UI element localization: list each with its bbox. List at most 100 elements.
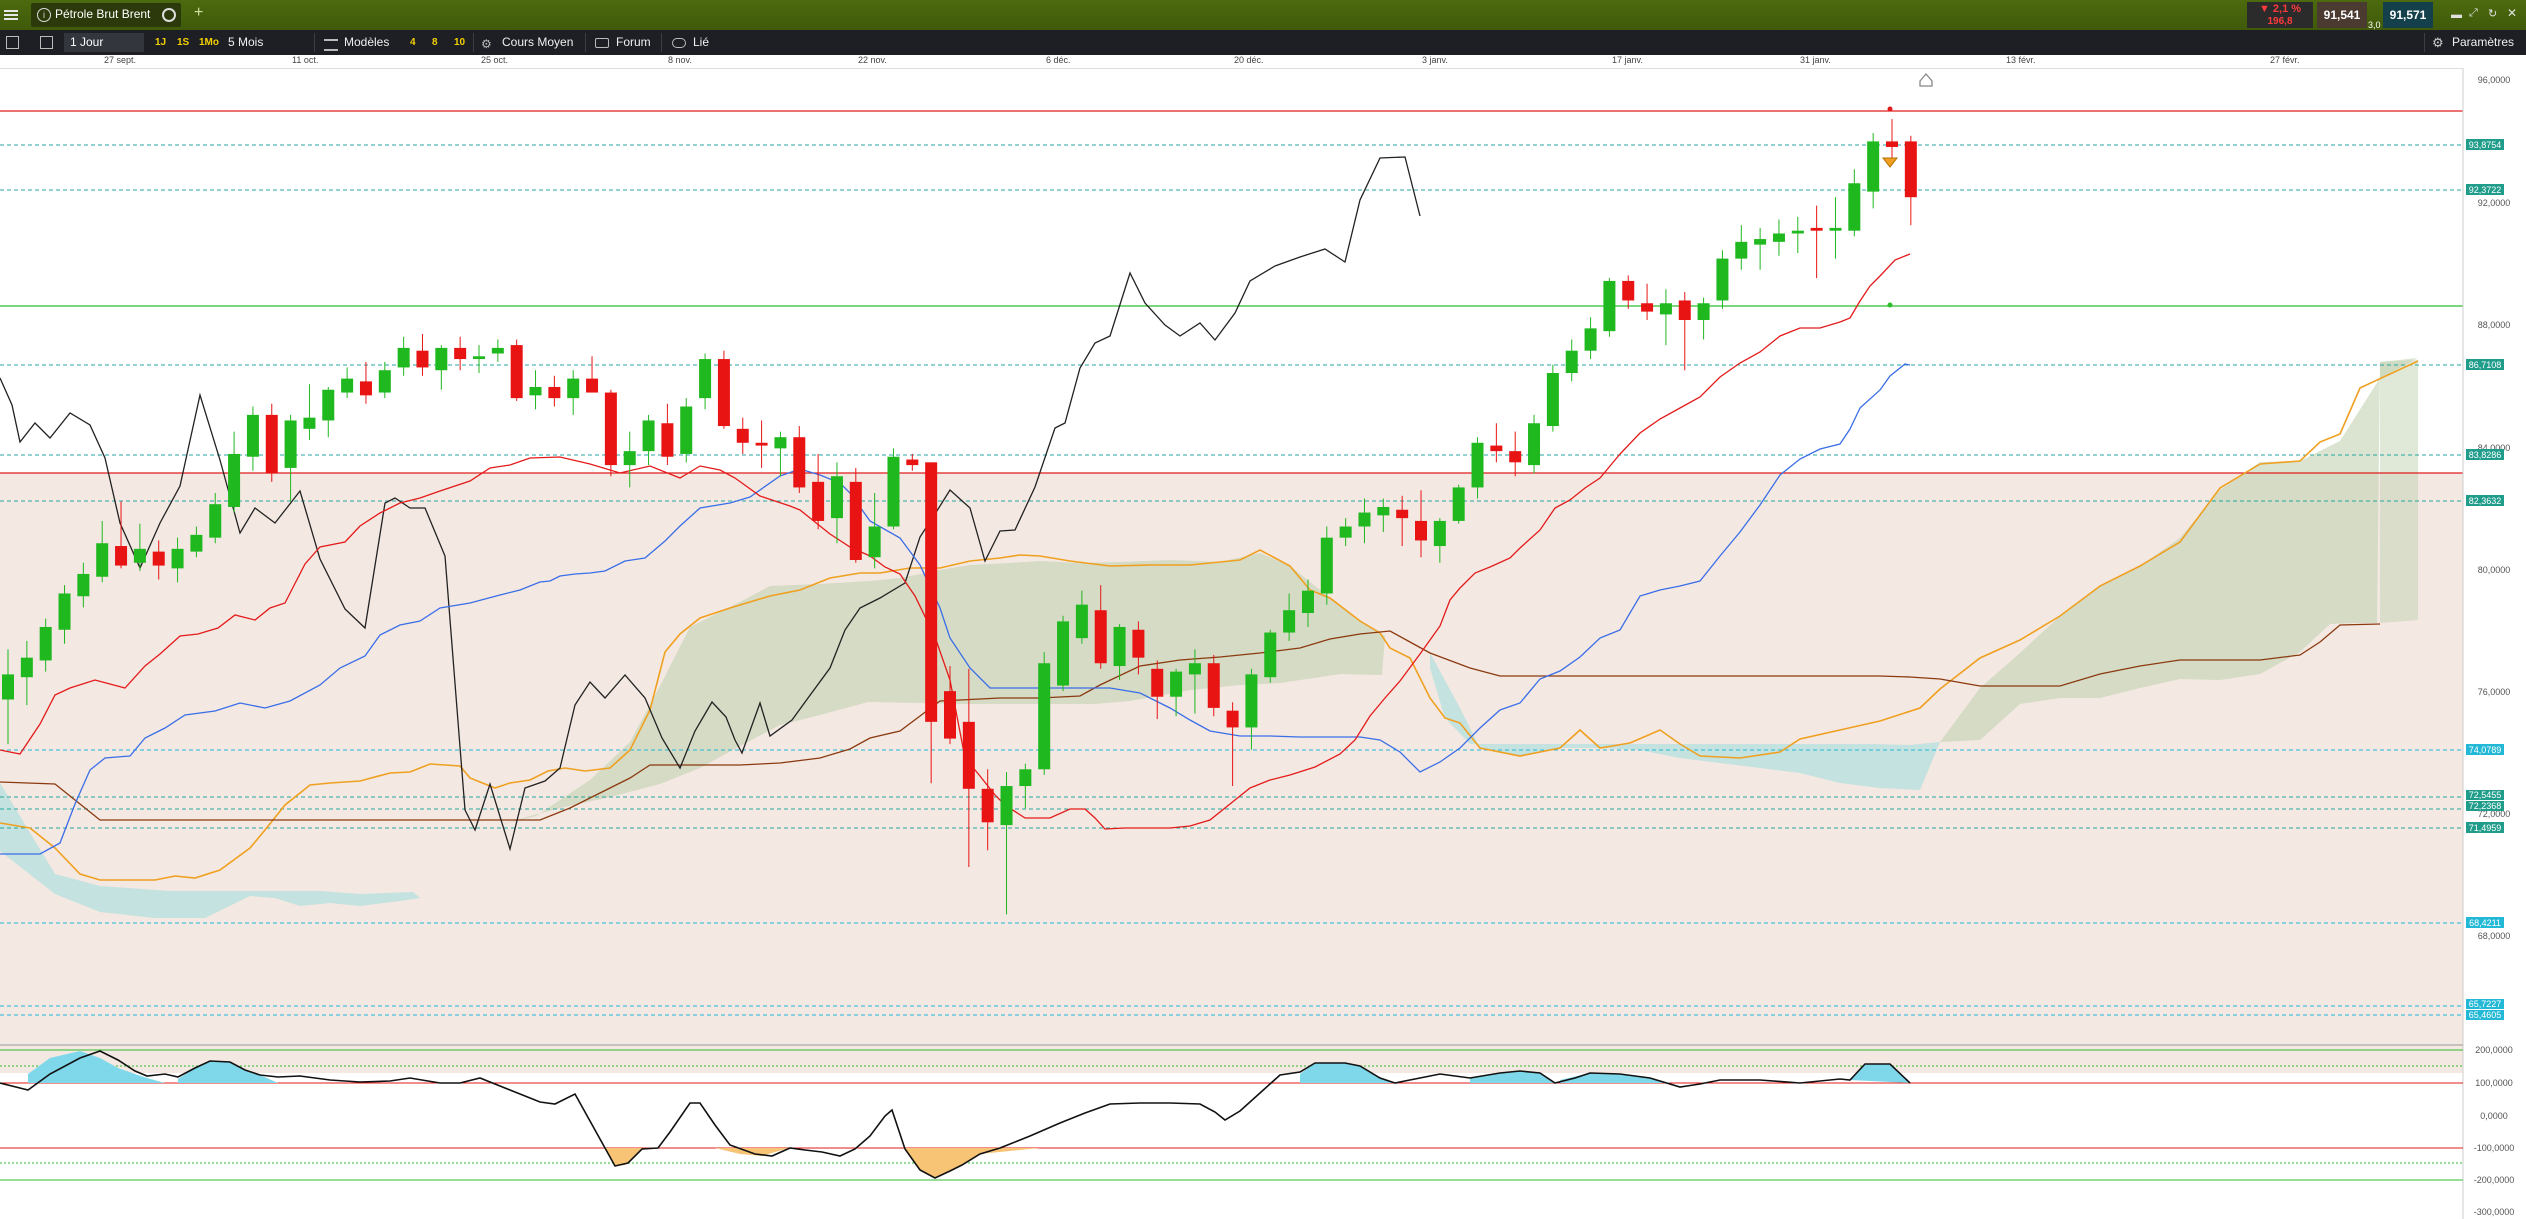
candle-up bbox=[1565, 350, 1578, 374]
candle-up bbox=[623, 451, 636, 466]
list-icon[interactable] bbox=[6, 36, 19, 49]
candle-up bbox=[1245, 674, 1258, 728]
price-tag: 72,5455 bbox=[2466, 790, 2504, 800]
change-box: ▼ 2,1 % 196,8 bbox=[2247, 2, 2313, 28]
candle-down bbox=[604, 392, 617, 466]
candle-up bbox=[284, 420, 297, 468]
candle-down bbox=[1207, 663, 1220, 708]
home-icon[interactable] bbox=[1919, 73, 1933, 87]
linked-button[interactable]: Lié bbox=[693, 33, 709, 52]
title-bar: i Pétrole Brut Brent + ▼ 2,1 % 196,8 91,… bbox=[0, 0, 2526, 30]
candle-down bbox=[962, 721, 975, 789]
candle-up bbox=[39, 626, 52, 661]
bid-price[interactable]: 91,541 bbox=[2317, 2, 2367, 28]
settings-button[interactable]: Paramètres bbox=[2452, 33, 2514, 52]
candle-up bbox=[680, 406, 693, 454]
candle-up bbox=[1264, 632, 1277, 678]
models-icon[interactable] bbox=[324, 39, 338, 51]
menu-icon[interactable] bbox=[4, 7, 18, 23]
price-tag: 74,0789 bbox=[2466, 744, 2504, 755]
avg-price-icon[interactable]: ⚙ bbox=[481, 37, 492, 51]
candle-up bbox=[341, 378, 354, 393]
date-label: 3 janv. bbox=[1422, 55, 1448, 65]
models-10[interactable]: 10 bbox=[454, 33, 465, 52]
candle-down bbox=[925, 462, 938, 722]
candle-down bbox=[1622, 280, 1635, 301]
candle-up bbox=[1075, 604, 1088, 639]
candle-up bbox=[228, 453, 241, 507]
layout-icon[interactable] bbox=[40, 36, 53, 49]
models-4[interactable]: 4 bbox=[410, 33, 416, 52]
price-tag: 65,7227 bbox=[2466, 999, 2504, 1009]
candle-down bbox=[793, 437, 806, 488]
candle-down bbox=[510, 345, 523, 399]
candle-down bbox=[1886, 141, 1898, 147]
candle-down bbox=[1678, 300, 1691, 320]
candle-up bbox=[171, 548, 184, 569]
date-label: 20 déc. bbox=[1234, 55, 1264, 65]
candle-up bbox=[1867, 141, 1880, 192]
avg-price-button[interactable]: Cours Moyen bbox=[502, 33, 573, 52]
forum-button[interactable]: Forum bbox=[616, 33, 651, 52]
candle-up bbox=[96, 543, 109, 577]
range-5mois[interactable]: 5 Mois bbox=[228, 33, 263, 52]
price-tag: 83,8286 bbox=[2466, 449, 2504, 460]
add-tab-icon[interactable]: + bbox=[194, 4, 203, 22]
marker-green-dot bbox=[1887, 302, 1893, 308]
marker-orange-icon bbox=[1881, 157, 1899, 168]
models-button[interactable]: Modèles bbox=[344, 33, 389, 52]
candle-up bbox=[1000, 786, 1013, 826]
candle-up bbox=[20, 657, 33, 678]
candle-up bbox=[77, 573, 90, 597]
info-icon[interactable]: i bbox=[37, 8, 51, 22]
refresh-icon[interactable]: ↻ bbox=[2488, 7, 2497, 20]
candle-up bbox=[1603, 280, 1616, 332]
change-pts: 196,8 bbox=[2267, 16, 2293, 27]
candle-down bbox=[1415, 520, 1427, 541]
candle-up bbox=[1829, 227, 1842, 231]
forum-icon[interactable] bbox=[595, 38, 609, 48]
candle-up bbox=[1019, 769, 1032, 787]
candle-up bbox=[830, 476, 843, 519]
candle-down bbox=[1904, 141, 1917, 198]
price-tag-text: 92,3722 bbox=[2469, 185, 2502, 195]
range-1j[interactable]: 1J bbox=[155, 33, 166, 52]
search-icon[interactable] bbox=[162, 8, 176, 22]
candle-up bbox=[642, 420, 655, 452]
candle-up bbox=[1791, 230, 1804, 234]
instrument-name: Pétrole Brut Brent bbox=[55, 7, 151, 21]
ask-price[interactable]: 91,571 bbox=[2383, 2, 2433, 28]
price-tag-text: 83,8286 bbox=[2469, 450, 2502, 460]
period-select[interactable]: 1 Jour bbox=[64, 33, 144, 52]
price-tag: 68,4211 bbox=[2466, 917, 2504, 928]
price-tag-text: 68,4211 bbox=[2469, 918, 2501, 928]
candle-up bbox=[435, 347, 448, 371]
candle-down bbox=[359, 381, 372, 396]
price-chart[interactable]: 96,0000 92,0000 88,0000 84,0000 80,0000 … bbox=[0, 68, 2526, 1219]
axis-tick-label: 0,0000 bbox=[2480, 1111, 2508, 1121]
expand-icon[interactable]: ⤢ bbox=[2469, 7, 2478, 20]
candle-up bbox=[774, 437, 787, 449]
spread-value: 3,0 bbox=[2368, 20, 2381, 30]
models-8[interactable]: 8 bbox=[432, 33, 438, 52]
range-1s[interactable]: 1S bbox=[177, 33, 189, 52]
date-label: 13 févr. bbox=[2006, 55, 2036, 65]
candle-down bbox=[661, 423, 674, 457]
settings-icon[interactable]: ⚙ bbox=[2432, 35, 2444, 51]
date-label: 17 janv. bbox=[1612, 55, 1643, 65]
link-icon[interactable] bbox=[672, 38, 686, 48]
close-icon[interactable]: ✕ bbox=[2507, 6, 2517, 20]
axis-tick-label: 76,0000 bbox=[2478, 687, 2511, 697]
range-1mo[interactable]: 1Mo bbox=[199, 33, 219, 52]
price-tag-text: 82,3632 bbox=[2469, 496, 2502, 506]
minimize-icon[interactable]: ▬ bbox=[2451, 9, 2462, 21]
candle-up bbox=[1716, 258, 1729, 301]
candle-up bbox=[1358, 512, 1371, 527]
instrument-tab[interactable]: i Pétrole Brut Brent bbox=[31, 3, 181, 27]
axis-tick-label: 100,0000 bbox=[2475, 1078, 2513, 1088]
marker-red-dot bbox=[1887, 106, 1893, 112]
date-label: 22 nov. bbox=[858, 55, 887, 65]
cloud-fill bbox=[2380, 360, 2418, 623]
candle-up bbox=[1188, 663, 1201, 675]
price-tag-text: 65,7227 bbox=[2469, 999, 2502, 1009]
